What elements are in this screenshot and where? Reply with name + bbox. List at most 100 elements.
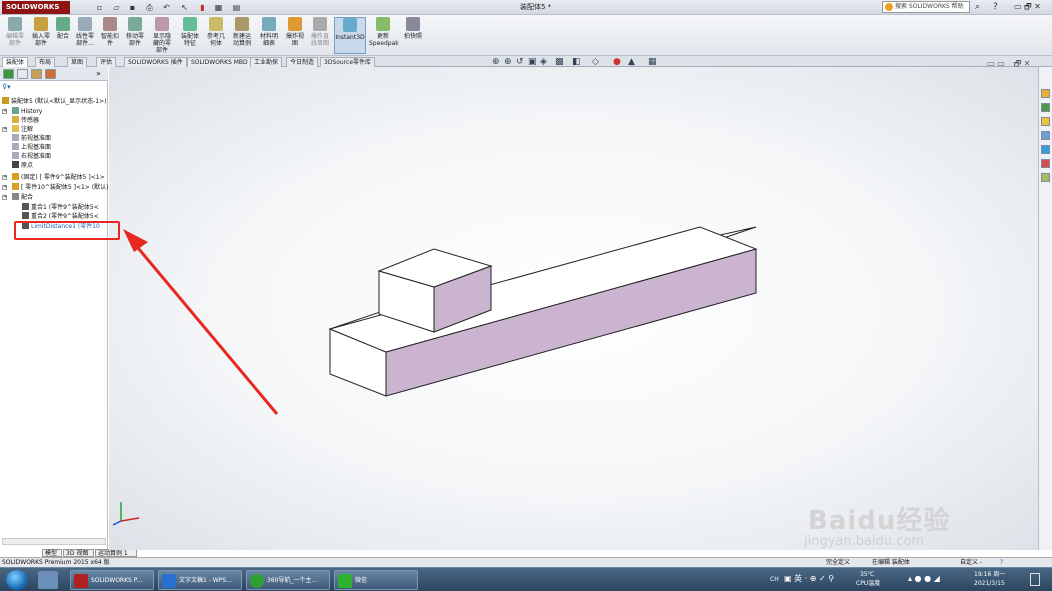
graphics-area[interactable] [109, 67, 1038, 550]
feature-manager-tab[interactable] [3, 69, 14, 79]
appearances-icon[interactable] [1041, 145, 1050, 154]
tab-1[interactable]: 布局 [35, 57, 56, 67]
status-help-icon[interactable]: ? [1000, 558, 1003, 567]
dynamic-annotation-icon[interactable]: ◈ [540, 58, 547, 67]
tree-item[interactable]: History [12, 107, 108, 116]
show-hidden-button[interactable]: 显示隐 藏的零 部件 [150, 17, 174, 54]
view-settings-icon[interactable]: ▦ [648, 58, 657, 67]
tree-root-assembly[interactable]: 装配体5 (默认<默认_显示状态-1>) [2, 97, 108, 106]
select-icon[interactable]: ↖ [178, 2, 191, 13]
help-search-input[interactable]: 搜索 SOLIDWORKS 帮助 [882, 1, 970, 13]
assembly-feature-button[interactable]: 装配体 特征 [178, 17, 202, 54]
rebuild-icon[interactable]: ▮ [196, 2, 209, 13]
solidworks-logo[interactable]: SOLIDWORKS [2, 1, 70, 14]
property-manager-tab[interactable] [17, 69, 28, 79]
tree-item[interactable]: 前视基准面 [12, 134, 108, 143]
model-view[interactable] [109, 67, 1038, 550]
file-manager-icon[interactable] [38, 571, 58, 589]
linear-pattern-button[interactable]: 线性零 部件... [74, 17, 96, 54]
open-document-icon[interactable]: ▱ [110, 2, 123, 13]
input-language[interactable]: CH [770, 575, 779, 584]
display-manager-tab[interactable] [45, 69, 56, 79]
snapshot-button[interactable]: 拍快照 [403, 17, 423, 54]
file-properties-icon[interactable]: ▦ [212, 2, 225, 13]
tab-3[interactable]: 评估 [96, 57, 117, 67]
tree-item[interactable]: 右视基准面 [12, 152, 108, 161]
bottom-tab-1[interactable]: 3D 视图 [63, 549, 94, 557]
mate-button[interactable]: 配合 [55, 17, 71, 54]
search-icon[interactable]: ⌕ [975, 1, 980, 13]
start-button[interactable] [6, 570, 28, 590]
tree-item[interactable]: 重合1 (零件9^装配体5< [22, 203, 108, 212]
move-component-button[interactable]: 移动零 部件 [123, 17, 147, 54]
resources-icon[interactable] [1041, 89, 1050, 98]
bottom-tab-0[interactable]: 模型 [42, 549, 62, 557]
tree-item[interactable]: 传感器 [12, 116, 108, 125]
tab-7[interactable]: 今日制造 [286, 57, 319, 67]
task-wps[interactable]: 文字文稿1 - WPS... [158, 570, 242, 590]
tab-6[interactable]: 工业勘探 [250, 57, 283, 67]
tree-item[interactable]: [ 零件10^装配体5 ]<1> (默认) [12, 183, 108, 192]
show-desktop-button[interactable] [1030, 573, 1040, 586]
exploded-view-button[interactable]: 爆炸视 图 [284, 17, 306, 54]
expand-toggle[interactable]: + [2, 127, 7, 132]
speedpak-button[interactable]: 更新 Speedpak [369, 17, 399, 54]
tab-2[interactable]: 草图 [67, 57, 88, 67]
design-library-icon[interactable] [1041, 103, 1050, 112]
notification-icons[interactable]: ▴ ● ● ◢ [908, 574, 940, 583]
task-360-browser[interactable]: 360导航_一个主... [246, 570, 330, 590]
edit-component-button[interactable]: 编辑零 部件 [4, 17, 26, 54]
section-view-icon[interactable]: ▣ [528, 58, 537, 67]
tree-item[interactable]: 配合 [12, 193, 108, 202]
expand-toggle[interactable]: + [2, 109, 7, 114]
view-orientation-icon[interactable]: ▩ [555, 58, 564, 67]
tree-item[interactable]: 注解 [12, 125, 108, 134]
tab-5[interactable]: SOLIDWORKS MBD [187, 57, 252, 67]
horizontal-scrollbar[interactable] [2, 538, 106, 545]
help-icon[interactable]: ? [993, 1, 998, 13]
filter-icon[interactable]: ⊽▾ [2, 83, 11, 91]
tree-item[interactable]: (固定) [ 零件9^装配体5 ]<1> [12, 173, 108, 182]
window-controls[interactable]: ▭ 🗗 ✕ [1014, 1, 1041, 13]
display-style-icon[interactable]: ◧ [572, 58, 581, 67]
file-explorer-icon[interactable] [1041, 117, 1050, 126]
hide-show-items-icon[interactable]: ◇ [592, 58, 599, 67]
zoom-area-icon[interactable]: ⊕ [504, 58, 512, 67]
tab-4[interactable]: SOLIDWORKS 插件 [124, 57, 187, 67]
task-wechat[interactable]: 微信 [334, 570, 418, 590]
edit-appearance-icon[interactable]: ● [613, 58, 621, 67]
zoom-to-fit-icon[interactable]: ⊕ [492, 58, 500, 67]
print-icon[interactable]: ⎙ [143, 2, 156, 13]
bottom-tab-2[interactable]: 运动算例 1 [95, 549, 137, 557]
motion-study-button[interactable]: 新建运 动算例 [230, 17, 254, 54]
instant3d-button[interactable]: Instant3D [334, 17, 366, 54]
tree-item[interactable]: 重合2 (零件9^装配体5< [22, 212, 108, 221]
tray-icons[interactable]: ▣ 英 · ⊕ ✓ ⚲ [784, 574, 834, 583]
new-document-icon[interactable]: ▫ [93, 2, 106, 13]
expand-toggle[interactable]: + [2, 175, 7, 180]
tree-item[interactable]: 上视基准面 [12, 143, 108, 152]
clock-date[interactable]: 2021/3/15 [974, 579, 1005, 588]
tree-item[interactable]: 原点 [12, 161, 108, 170]
clock-time[interactable]: 19:16 周一 [974, 570, 1005, 579]
bom-button[interactable]: 材料明 细表 [258, 17, 280, 54]
forum-icon[interactable] [1041, 173, 1050, 182]
custom-properties-icon[interactable] [1041, 159, 1050, 168]
status-units[interactable]: 自定义 - [960, 558, 982, 567]
expand-panel-icon[interactable]: » [96, 69, 101, 78]
insert-component-button[interactable]: 插入零 部件 [30, 17, 52, 54]
explode-line-button[interactable]: 爆炸直 线草图 [309, 17, 331, 54]
options-icon[interactable]: ▤ [230, 2, 243, 13]
undo-icon[interactable]: ↶ [160, 2, 173, 13]
expand-toggle[interactable]: + [2, 195, 7, 200]
tab-8[interactable]: 3DSource零件库 [320, 57, 376, 67]
reference-geometry-button[interactable]: 参考几 何体 [204, 17, 228, 54]
previous-view-icon[interactable]: ↺ [516, 58, 524, 67]
view-palette-icon[interactable] [1041, 131, 1050, 140]
configuration-manager-tab[interactable] [31, 69, 42, 79]
save-icon[interactable]: ▪ [126, 2, 139, 13]
tab-0[interactable]: 装配体 [2, 57, 29, 67]
expand-toggle[interactable]: + [2, 185, 7, 190]
smart-fastener-button[interactable]: 智能扣 件 [99, 17, 121, 54]
task-solidworks[interactable]: SOLIDWORKS P... [70, 570, 154, 590]
